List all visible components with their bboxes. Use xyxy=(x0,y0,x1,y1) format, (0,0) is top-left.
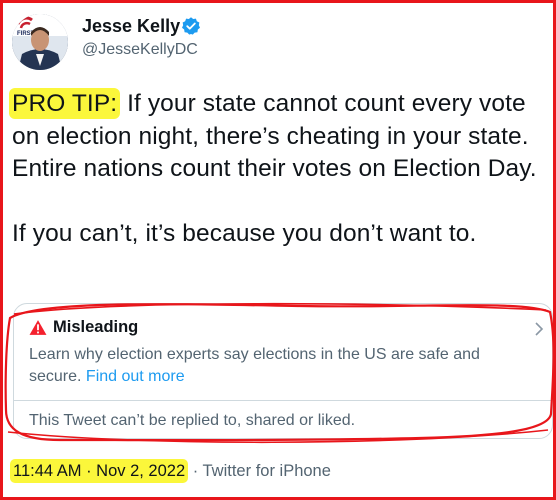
verified-badge-icon xyxy=(182,17,200,35)
warning-triangle-icon xyxy=(29,320,47,335)
meta-separator: · xyxy=(188,462,203,480)
author-handle[interactable]: @JesseKellyDC xyxy=(82,41,198,59)
notice-body: Learn why election experts say elections… xyxy=(29,344,529,388)
notice-footer-text: This Tweet can’t be replied to, shared o… xyxy=(29,412,356,429)
highlighted-prefix: PRO TIP: xyxy=(9,88,121,119)
avatar-image: FIRST xyxy=(12,14,68,70)
tweet-paragraph-1: PRO TIP: If your state cannot count ever… xyxy=(9,88,547,186)
tweet-source[interactable]: Twitter for iPhone xyxy=(203,462,331,480)
tweet-paragraph-2: If you can’t, it’s because you don’t wan… xyxy=(12,219,477,247)
notice-divider xyxy=(14,400,552,401)
misleading-notice[interactable]: Misleading Learn why election experts sa… xyxy=(13,303,553,439)
find-out-more-link[interactable]: Find out more xyxy=(86,368,185,385)
avatar[interactable]: FIRST xyxy=(12,14,68,70)
notice-title: Misleading xyxy=(53,318,139,336)
tweet-meta: 11:44 AM · Nov 2, 2022 · Twitter for iPh… xyxy=(10,459,331,483)
tweet-text: PRO TIP: If your state cannot count ever… xyxy=(9,88,547,250)
timestamp[interactable]: 11:44 AM · Nov 2, 2022 xyxy=(10,459,189,483)
chevron-right-icon[interactable] xyxy=(534,322,544,336)
author-name[interactable]: Jesse Kelly xyxy=(82,16,180,37)
